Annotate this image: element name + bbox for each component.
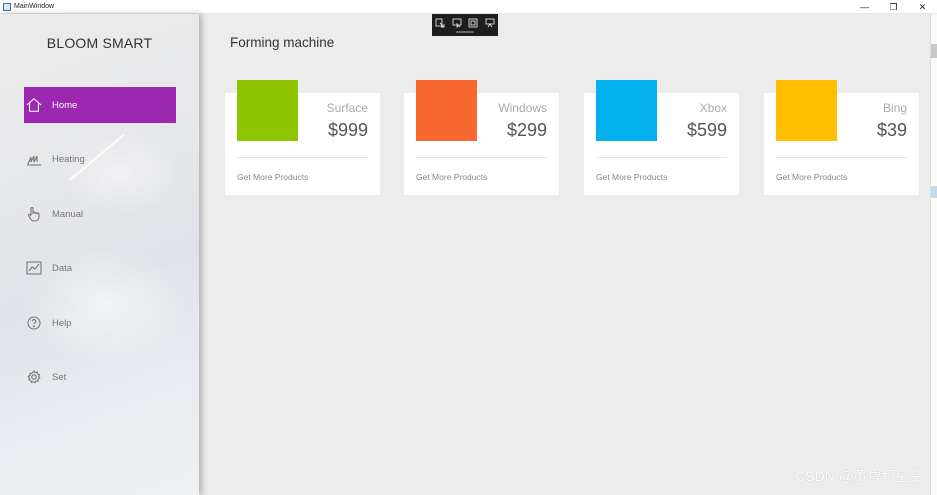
sidebar-item-home[interactable]: Home (24, 87, 176, 123)
sidebar-item-heating[interactable]: Heating (24, 141, 176, 177)
window-controls: — ❐ ✕ (850, 0, 937, 14)
select-element-icon[interactable] (435, 18, 445, 28)
layout-adorner-icon[interactable] (468, 18, 478, 28)
product-name: Xbox (699, 101, 727, 115)
debug-toolbar (432, 14, 498, 36)
scroll-marker[interactable] (931, 44, 937, 58)
restore-button[interactable]: ❐ (879, 0, 908, 14)
product-color-tile (416, 80, 477, 141)
card-divider (416, 157, 547, 158)
window-title: MainWindow (14, 3, 55, 10)
card-divider (596, 157, 727, 158)
toolbar-collapse-handle[interactable] (456, 31, 474, 33)
watermark: CSDN @黄昏和星空 (795, 468, 923, 484)
hover-select-icon[interactable] (452, 18, 462, 28)
sidebar-item-set[interactable]: Set (24, 359, 176, 395)
sidebar-item-label: Help (52, 317, 72, 329)
card-divider (776, 157, 907, 158)
sidebar-item-label: Heating (52, 153, 85, 165)
get-more-products-link[interactable]: Get More Products (237, 172, 308, 182)
scroll-marker[interactable] (931, 186, 937, 198)
product-color-tile (237, 80, 298, 141)
product-card: Bing $39 Get More Products (764, 80, 919, 195)
get-more-products-link[interactable]: Get More Products (776, 172, 847, 182)
sidebar-item-data[interactable]: Data (24, 250, 176, 286)
hand-pointer-icon (26, 206, 42, 222)
home-icon (26, 97, 42, 113)
heating-icon (26, 151, 42, 167)
help-icon (26, 315, 42, 331)
sidebar-item-label: Manual (52, 208, 84, 220)
product-price: $299 (506, 120, 547, 140)
brand-title: BLOOM SMART (46, 35, 153, 51)
sidebar-item-label: Home (52, 99, 78, 111)
product-name: Surface (326, 101, 368, 115)
page-title: Forming machine (230, 35, 335, 50)
sidebar-item-label: Set (52, 371, 67, 383)
product-color-tile (776, 80, 837, 141)
track-focus-icon[interactable] (485, 18, 495, 28)
sidebar-item-label: Data (52, 262, 73, 274)
sidebar: BLOOM SMART Home Heating Manual Data Hel… (0, 14, 199, 495)
minimize-button[interactable]: — (850, 0, 879, 14)
right-edge-panel (930, 14, 937, 495)
product-price: $999 (327, 120, 368, 140)
product-color-tile (596, 80, 657, 141)
product-name: Bing (882, 101, 907, 115)
close-button[interactable]: ✕ (908, 0, 937, 14)
sidebar-item-help[interactable]: Help (24, 305, 176, 341)
card-divider (237, 157, 368, 158)
get-more-products-link[interactable]: Get More Products (416, 172, 487, 182)
product-card: Xbox $599 Get More Products (584, 80, 739, 195)
chart-icon (26, 260, 42, 276)
sidebar-item-manual[interactable]: Manual (24, 196, 176, 232)
product-card: Windows $299 Get More Products (404, 80, 559, 195)
product-price: $599 (686, 120, 727, 140)
product-card: Surface $999 Get More Products (225, 80, 380, 195)
window-title-bar: MainWindow — ❐ ✕ (0, 0, 937, 14)
get-more-products-link[interactable]: Get More Products (596, 172, 667, 182)
product-price: $39 (876, 120, 907, 140)
product-name: Windows (498, 101, 547, 115)
app-icon (3, 2, 11, 11)
gear-icon (26, 369, 42, 385)
